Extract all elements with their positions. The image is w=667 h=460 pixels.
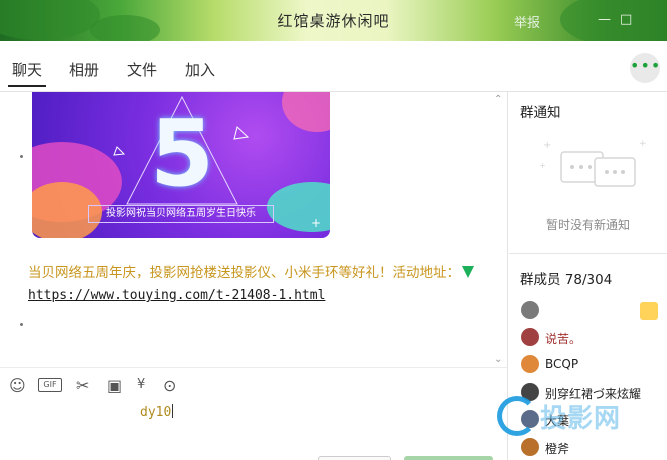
members-title: 群成员 78/304 (520, 272, 613, 288)
watermark-text: 投影网 (540, 404, 622, 434)
gif-icon[interactable]: GIF (38, 378, 62, 392)
send-button[interactable] (404, 456, 493, 460)
member-name: BCQP (545, 357, 579, 371)
chat-message: 当贝网络五周年庆，投影网抢楼送投影仪、小米手环等好礼！活动地址： https://… (28, 262, 498, 307)
section-divider (509, 253, 667, 254)
message-link[interactable]: https://www.touying.com/t-21408-1.html (28, 288, 325, 303)
svg-text:+: + (543, 140, 551, 151)
emoji-icon[interactable]: ☺ (9, 376, 26, 395)
message-compose-area: ☺ GIF ✂ ▣ ¥ ⊙ dy10 (0, 367, 508, 460)
svg-text:+: + (639, 139, 647, 149)
screenshot-scissors-icon[interactable]: ✂ (76, 376, 89, 395)
promo-caption: 投影网祝当贝网络五周岁生日快乐 (88, 205, 274, 223)
tab-join[interactable]: 加入 (185, 59, 215, 80)
chat-message-area[interactable]: 5 投影网祝当贝网络五周岁生日快乐 + ⌃ 当贝网络五周年庆，投影网抢楼送投影仪… (0, 92, 508, 367)
minimize-button[interactable]: — (598, 12, 611, 27)
watermark-logo (497, 396, 537, 436)
image-icon[interactable]: ▣ (107, 376, 122, 395)
report-button[interactable]: 举报 (514, 12, 540, 31)
tab-album[interactable]: 相册 (69, 59, 99, 80)
avatar (521, 301, 539, 319)
verified-link-icon (462, 266, 474, 278)
close-button[interactable] (318, 456, 391, 460)
more-tools-icon[interactable]: ⊙ (163, 376, 176, 395)
notice-title: 群通知 (520, 105, 561, 121)
avatar (521, 355, 539, 373)
empty-notice-text: 暂时没有新通知 (545, 218, 630, 232)
avatar (521, 328, 539, 346)
more-options-button[interactable]: ••• (630, 53, 660, 83)
collapse-up-icon[interactable]: ⌃ (494, 94, 502, 105)
member-name: 说苦。 (545, 332, 582, 346)
promo-image[interactable]: 5 投影网祝当贝网络五周岁生日快乐 + (32, 92, 330, 238)
empty-notice-icon: + + + (539, 139, 647, 187)
maximize-button[interactable]: □ (620, 12, 632, 27)
member-manage-icon[interactable] (640, 302, 658, 320)
message-bullet (20, 323, 23, 326)
red-packet-icon[interactable]: ¥ (137, 377, 145, 392)
zoom-icon[interactable]: + (311, 216, 321, 230)
anniversary-number: 5 (150, 100, 215, 207)
tab-chat[interactable]: 聊天 (7, 59, 47, 87)
message-input[interactable]: dy10 (140, 404, 173, 420)
window-title-bar: 红馆桌游休闲吧 举报 — □ (0, 0, 667, 41)
scroll-down-icon[interactable]: ⌄ (494, 354, 502, 365)
svg-text:+: + (539, 161, 546, 170)
message-text: 当贝网络五周年庆，投影网抢楼送投影仪、小米手环等好礼！活动地址： (28, 265, 460, 281)
window-title: 红馆桌游休闲吧 (277, 12, 390, 30)
avatar (521, 438, 539, 456)
tab-bar: 聊天 相册 文件 加入 (0, 41, 667, 92)
message-bullet (20, 155, 23, 158)
member-name: 橙斧 (545, 442, 570, 456)
tab-files[interactable]: 文件 (127, 59, 157, 80)
